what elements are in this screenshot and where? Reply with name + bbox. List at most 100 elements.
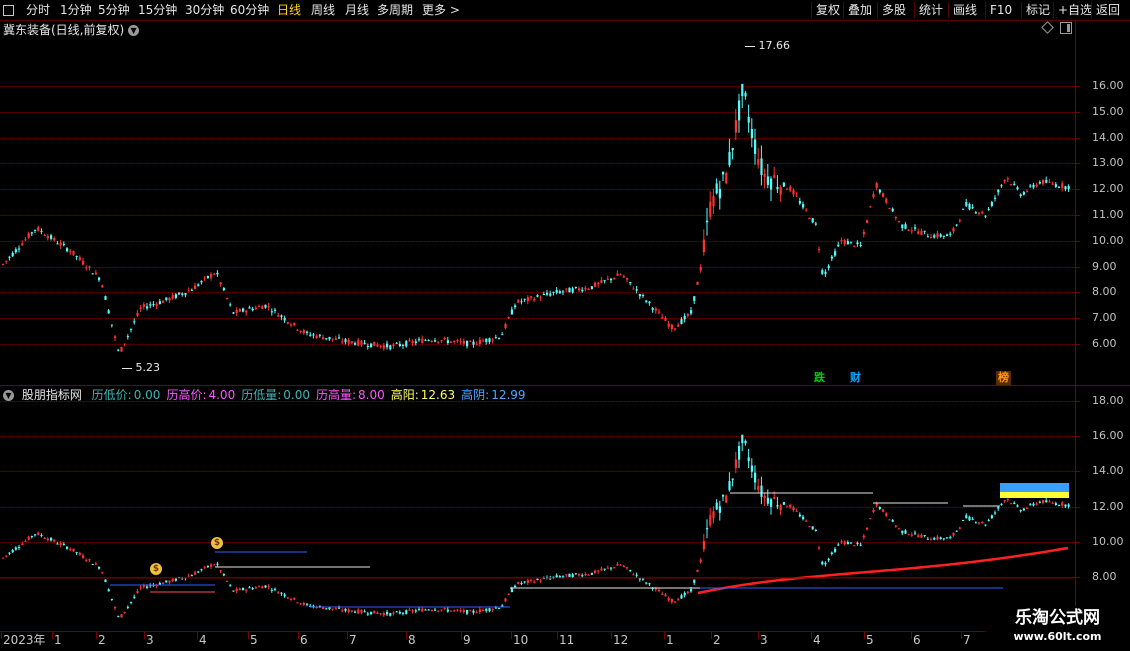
candle-body xyxy=(1035,184,1038,187)
candle-body xyxy=(837,244,840,247)
candle-body xyxy=(392,612,395,614)
candle-body xyxy=(456,340,459,342)
indicator-label: 历低价: xyxy=(91,388,132,402)
candle-body xyxy=(194,572,197,575)
candle-body xyxy=(674,328,677,330)
badge-fall[interactable]: 跌 xyxy=(812,371,827,385)
candle-body xyxy=(450,341,453,343)
candle-body xyxy=(840,240,843,242)
candle-body xyxy=(651,307,654,310)
candle-body xyxy=(904,224,907,229)
candle-body xyxy=(648,583,651,585)
candle-body xyxy=(712,511,715,519)
candle-body xyxy=(853,545,856,547)
candle-body xyxy=(690,589,693,592)
candle-body xyxy=(37,532,40,536)
candle-body xyxy=(469,341,472,343)
y-tick xyxy=(1075,401,1080,402)
chevron-down-icon[interactable]: ▼ xyxy=(3,390,14,401)
candle-body xyxy=(619,274,622,276)
indicator-value: 8.00 xyxy=(358,388,385,402)
candle-body xyxy=(629,281,632,284)
candle-body xyxy=(1022,508,1025,511)
candle-body xyxy=(523,298,526,300)
candle-body xyxy=(1058,505,1061,507)
candle-body xyxy=(866,220,869,223)
candle-body xyxy=(418,608,421,610)
candle-body xyxy=(1016,187,1019,190)
candle-body xyxy=(62,243,65,245)
candle-body xyxy=(702,239,705,253)
candle-body xyxy=(414,610,417,612)
candle-body xyxy=(187,290,190,292)
candle-body xyxy=(661,593,664,595)
candle-body xyxy=(882,193,885,197)
candle-body xyxy=(981,521,984,524)
candle-body xyxy=(744,440,747,444)
candle-body xyxy=(59,543,62,546)
candle-body xyxy=(21,543,24,545)
candle-body xyxy=(507,317,510,319)
badge-finance[interactable]: 财 xyxy=(848,371,863,385)
candle-body xyxy=(430,340,433,342)
toolbar-button-8[interactable]: 返回 xyxy=(1096,0,1120,20)
candle-body xyxy=(110,324,113,326)
candle-body xyxy=(734,120,737,133)
candle-body xyxy=(728,481,731,491)
candle-body xyxy=(91,273,94,275)
candle-body xyxy=(184,293,187,295)
candle-body xyxy=(584,573,587,576)
candle-body xyxy=(254,307,257,310)
candle-body xyxy=(914,227,917,229)
candle-body xyxy=(421,608,424,612)
y-tick xyxy=(1075,215,1080,216)
badge-rank[interactable]: 榜 xyxy=(996,371,1011,385)
money-bag-icon: $ xyxy=(150,563,162,575)
candle-body xyxy=(933,537,936,540)
candle-body xyxy=(1051,183,1054,185)
indicator-label: 历高量: xyxy=(315,388,357,402)
candle-body xyxy=(190,575,193,577)
candle-body xyxy=(1010,503,1013,505)
candle-body xyxy=(427,609,430,611)
candle-body xyxy=(82,555,85,559)
candlestick-chart[interactable] xyxy=(0,0,1075,650)
candle-body xyxy=(1000,503,1003,505)
candle-body xyxy=(357,609,360,614)
candle-body xyxy=(558,576,561,578)
candle-body xyxy=(600,568,603,571)
candle-body xyxy=(322,337,325,340)
candle-body xyxy=(635,289,638,291)
candle-body xyxy=(738,100,741,121)
candle-body xyxy=(21,243,24,246)
candle-body xyxy=(626,567,629,569)
candle-body xyxy=(475,612,478,614)
candle-body xyxy=(706,528,709,530)
candle-body xyxy=(162,582,165,585)
candle-body xyxy=(478,609,481,613)
candle-body xyxy=(104,579,107,583)
candle-body xyxy=(741,83,744,97)
candle-body xyxy=(888,207,891,209)
candle-body xyxy=(248,307,251,309)
candle-body xyxy=(302,602,305,605)
candle-body xyxy=(133,321,136,323)
candle-body xyxy=(926,236,929,238)
candle-body xyxy=(530,579,533,581)
candle-body xyxy=(459,610,462,612)
candle-body xyxy=(1003,179,1006,182)
candle-body xyxy=(27,536,30,540)
candle-body xyxy=(523,581,526,583)
candle-body xyxy=(840,541,843,543)
candle-body xyxy=(114,336,117,338)
candle-body xyxy=(293,322,296,326)
candle-body xyxy=(114,606,117,609)
candle-body xyxy=(254,587,257,589)
candle-body xyxy=(27,233,30,238)
candle-body xyxy=(1067,186,1070,190)
candle-body xyxy=(738,446,741,460)
y-axis-main xyxy=(1075,20,1076,385)
candle-body xyxy=(901,224,904,229)
candle-body xyxy=(168,580,171,583)
candle-body xyxy=(958,527,961,529)
